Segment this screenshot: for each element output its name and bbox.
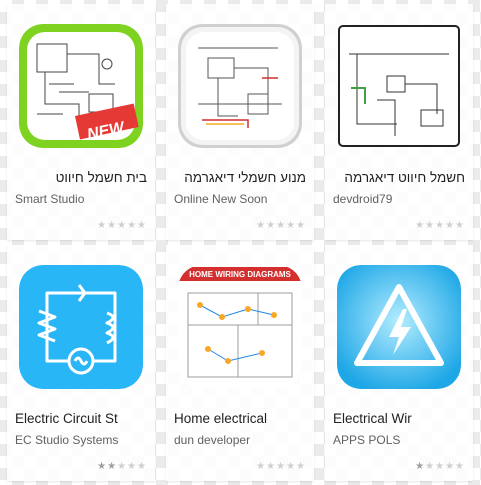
app-developer: devdroid79 xyxy=(333,192,393,206)
banner-text: HOME WIRING DIAGRAMS xyxy=(189,270,291,279)
app-title: חשמל חיווט דיאגרמה xyxy=(344,170,465,185)
rating-stars: ★★★★★ xyxy=(256,461,306,472)
rating-stars: ★★★★★ xyxy=(256,220,306,231)
rating-stars: ★★★★★ xyxy=(97,461,147,472)
app-title: Electrical Wir xyxy=(333,411,412,426)
app-grid: NEW בית חשמל חיווט Smart Studio ★★★★★ מנ… xyxy=(0,0,481,485)
app-card[interactable]: מנוע חשמלי דיאגרמה Online New Soon ★★★★★ xyxy=(166,4,314,240)
high-voltage-icon xyxy=(337,265,461,389)
wiring-diagram-icon xyxy=(178,24,302,148)
rating-stars: ★★★★★ xyxy=(415,220,465,231)
app-card[interactable]: Electrical Wir APPS POLS ★★★★★ xyxy=(325,245,473,481)
app-developer: dun developer xyxy=(174,433,251,447)
app-developer: Online New Soon xyxy=(174,192,268,206)
wiring-diagram-icon xyxy=(337,24,461,148)
app-title: בית חשמל חיווט xyxy=(55,170,147,185)
wiring-diagram-icon: NEW xyxy=(19,24,143,148)
house-wiring-icon: HOME WIRING DIAGRAMS xyxy=(178,265,302,389)
app-card[interactable]: חשמל חיווט דיאגרמה devdroid79 ★★★★★ xyxy=(325,4,473,240)
app-title: מנוע חשמלי דיאגרמה xyxy=(184,170,306,185)
app-developer: Smart Studio xyxy=(15,192,85,206)
app-card[interactable]: Electric Circuit St EC Studio Systems ★★… xyxy=(7,245,155,481)
app-title: Home electrical xyxy=(174,411,268,426)
rating-stars: ★★★★★ xyxy=(97,220,147,231)
app-title: Electric Circuit St xyxy=(15,411,118,426)
rating-stars: ★★★★★ xyxy=(415,461,465,472)
app-card[interactable]: HOME WIRING DIAGRAMS Home electrical dun… xyxy=(166,245,314,481)
app-card[interactable]: NEW בית חשמל חיווט Smart Studio ★★★★★ xyxy=(7,4,155,240)
app-developer: EC Studio Systems xyxy=(15,433,119,447)
circuit-icon xyxy=(19,265,143,389)
app-developer: APPS POLS xyxy=(333,433,401,447)
